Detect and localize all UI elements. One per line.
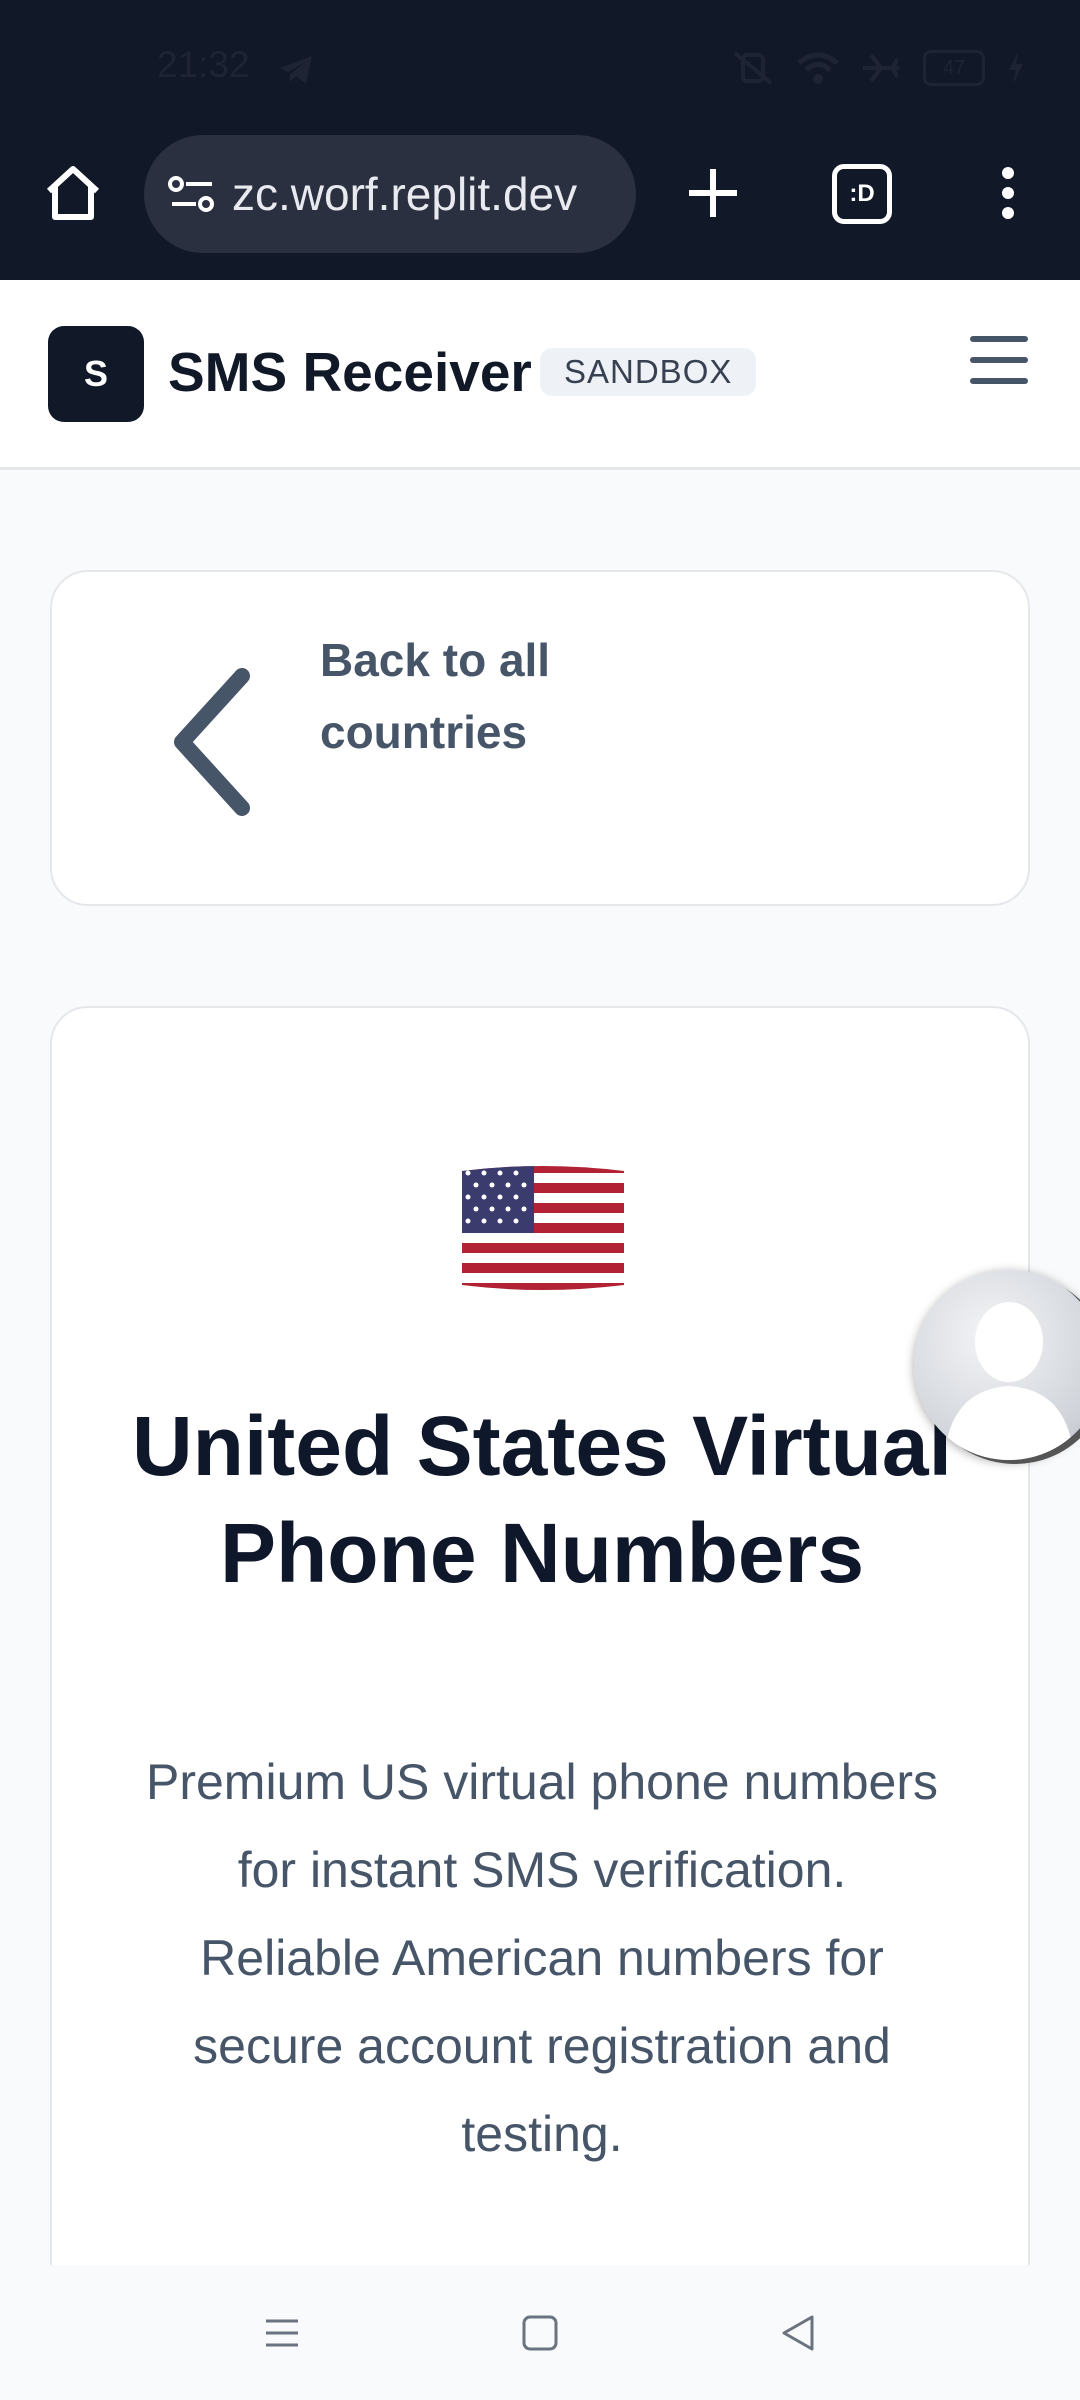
browser-menu-button[interactable] [986, 160, 1030, 226]
us-flag-icon [462, 1166, 624, 1290]
site-logo[interactable]: S [48, 326, 144, 422]
recent-apps-icon[interactable] [262, 2313, 302, 2353]
status-bar: 21:32 47 [0, 0, 1080, 130]
page-description: Premium US virtual phone numbers for ins… [146, 1754, 938, 2162]
page-title: United States Virtual Phone Numbers [132, 1399, 952, 1600]
brand-name[interactable]: SMS Receiver [168, 340, 532, 404]
back-link-label: Back to all countries [320, 634, 551, 758]
battery-icon: 47 [923, 50, 985, 86]
menu-icon [970, 336, 1028, 384]
sandbox-badge: SANDBOX [540, 348, 757, 396]
wifi-icon [797, 52, 839, 84]
system-navigation-bar [0, 2265, 1080, 2400]
home-icon [46, 166, 100, 220]
back-to-countries-link[interactable]: Back to all countries [50, 570, 1030, 906]
tab-count: :D [849, 180, 875, 207]
vibrate-off-icon [733, 51, 773, 85]
site-settings-icon [168, 176, 214, 212]
url-bar[interactable]: zc.worf.replit.dev [144, 135, 636, 253]
airplane-icon [863, 53, 899, 83]
back-nav-icon[interactable] [778, 2313, 818, 2353]
logo-letter: S [83, 353, 108, 394]
telegram-icon [280, 56, 312, 84]
url-text: zc.worf.replit.dev [232, 168, 578, 220]
plus-icon [689, 169, 737, 217]
chevron-left-icon [174, 668, 250, 816]
more-vert-icon [1002, 167, 1014, 219]
status-time: 21:32 [157, 44, 250, 85]
battery-level: 47 [942, 56, 966, 79]
home-button[interactable] [40, 160, 106, 226]
tab-switcher-button[interactable]: :D [832, 164, 892, 224]
charging-icon [1009, 52, 1023, 84]
new-tab-button[interactable] [680, 160, 746, 226]
country-hero-card: United States Virtual Phone Numbers Prem… [50, 1006, 1030, 2326]
home-nav-icon[interactable] [520, 2313, 560, 2353]
site-header: S SMS Receiver SANDBOX [0, 280, 1080, 470]
hamburger-menu-button[interactable] [970, 336, 1028, 384]
